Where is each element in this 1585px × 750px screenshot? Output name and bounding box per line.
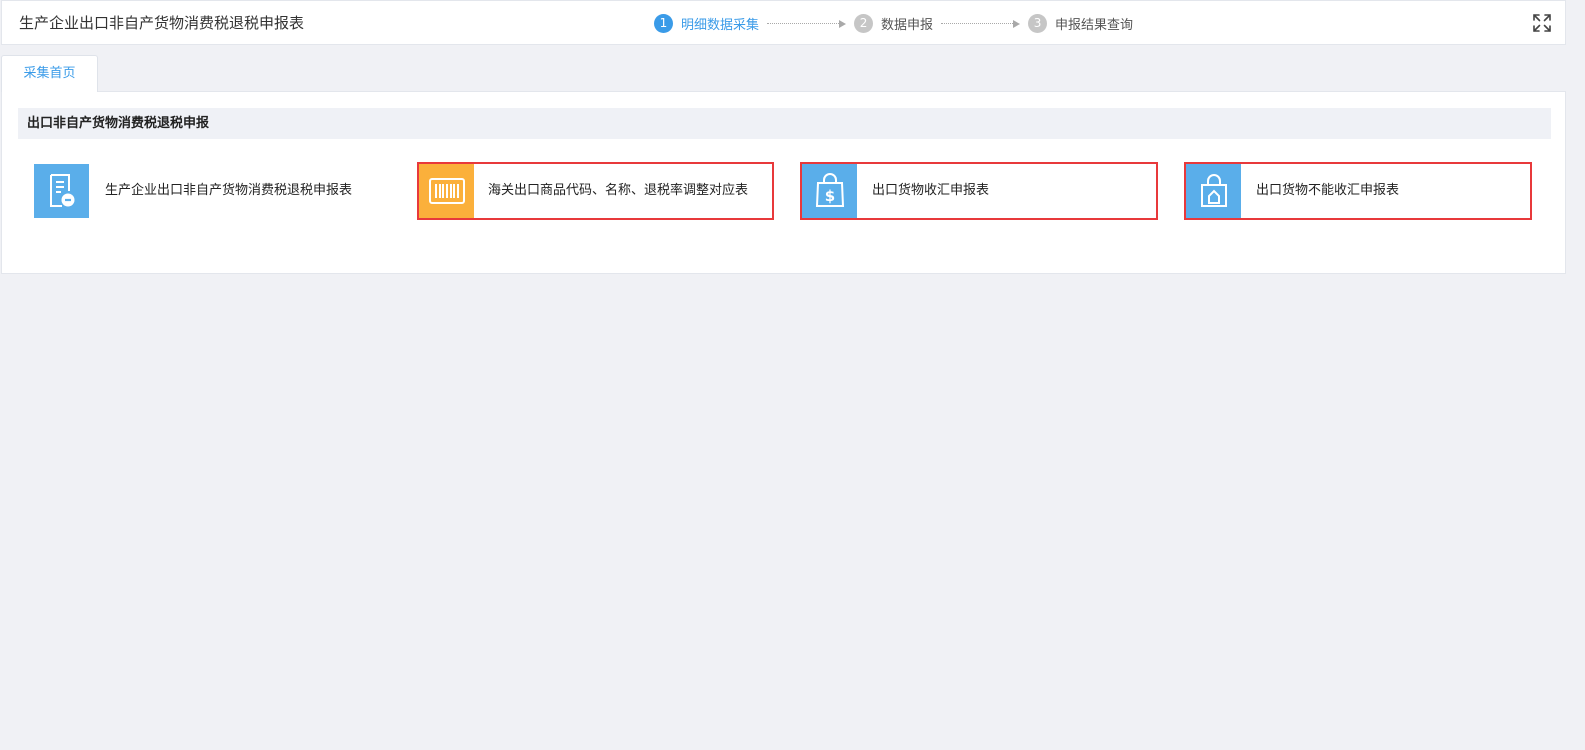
card-label: 生产企业出口非自产货物消费税退税申报表 bbox=[105, 183, 353, 198]
step-1-number: 1 bbox=[654, 14, 673, 33]
step-2[interactable]: 2 数据申报 bbox=[854, 14, 933, 33]
card-label: 出口货物不能收汇申报表 bbox=[1256, 183, 1400, 198]
step-1[interactable]: 1 明细数据采集 bbox=[654, 14, 759, 33]
step-arrow-icon bbox=[767, 19, 847, 28]
step-progress: 1 明细数据采集 2 数据申报 3 申报结果查询 bbox=[654, 13, 1133, 34]
card-icon-tile bbox=[1186, 164, 1241, 218]
top-bar: 生产企业出口非自产货物消费税退税申报表 1 明细数据采集 2 数据申报 3 申报… bbox=[1, 0, 1566, 45]
card-label: 海关出口商品代码、名称、退税率调整对应表 bbox=[488, 183, 749, 198]
card-customs-code-adjustment[interactable]: 海关出口商品代码、名称、退税率调整对应表 bbox=[417, 162, 774, 220]
locked-bag-icon bbox=[1200, 174, 1227, 207]
money-bag-icon: $ bbox=[815, 173, 844, 207]
fullscreen-button[interactable] bbox=[1532, 13, 1552, 33]
collection-panel: 出口非自产货物消费税退税申报 生产企业出口非自产货物消费税退税申报表 海关出口商… bbox=[1, 91, 1566, 274]
step-1-label: 明细数据采集 bbox=[681, 18, 760, 33]
step-3[interactable]: 3 申报结果查询 bbox=[1028, 14, 1133, 33]
page-title: 生产企业出口非自产货物消费税退税申报表 bbox=[19, 14, 305, 32]
expand-icon bbox=[1533, 14, 1551, 32]
step-2-number: 2 bbox=[854, 14, 874, 33]
card-non-receipt-declaration[interactable]: 出口货物不能收汇申报表 bbox=[1184, 162, 1532, 220]
step-2-label: 数据申报 bbox=[881, 18, 934, 33]
document-icon bbox=[49, 174, 74, 207]
section-title: 出口非自产货物消费税退税申报 bbox=[18, 108, 1551, 139]
card-forex-receipt-declaration[interactable]: $ 出口货物收汇申报表 bbox=[800, 162, 1158, 220]
card-icon-tile bbox=[34, 164, 89, 218]
tab-collection-home[interactable]: 采集首页 bbox=[1, 55, 98, 92]
step-arrow-icon bbox=[941, 19, 1021, 28]
card-icon-tile bbox=[419, 164, 474, 218]
step-3-label: 申报结果查询 bbox=[1055, 18, 1134, 33]
card-non-self-produced-declaration[interactable]: 生产企业出口非自产货物消费税退税申报表 bbox=[34, 162, 389, 220]
step-3-number: 3 bbox=[1028, 14, 1048, 33]
card-label: 出口货物收汇申报表 bbox=[872, 183, 990, 198]
barcode-icon bbox=[428, 178, 465, 204]
svg-text:$: $ bbox=[824, 187, 834, 205]
card-icon-tile: $ bbox=[802, 164, 857, 218]
